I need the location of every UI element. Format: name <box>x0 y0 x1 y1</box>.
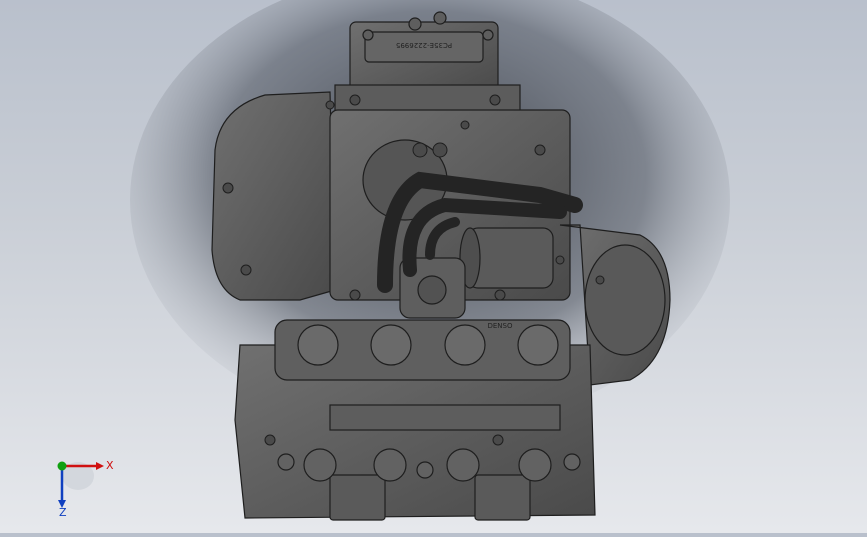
starter-motor <box>467 227 554 289</box>
x-axis-label: X <box>106 459 114 472</box>
z-axis-label: Z <box>59 506 67 518</box>
axis-triad: X Z <box>57 459 114 518</box>
left-case-cover <box>211 91 336 301</box>
y-axis-dot <box>57 461 67 471</box>
logo-text: DENSO <box>487 322 512 330</box>
name-plate-text: PC35E-2226995 <box>396 41 452 49</box>
engine-model[interactable]: PC35E-2226995 DENSO <box>0 0 867 533</box>
graphics-viewport[interactable]: PC35E-2226995 DENSO X Z <box>0 0 867 533</box>
